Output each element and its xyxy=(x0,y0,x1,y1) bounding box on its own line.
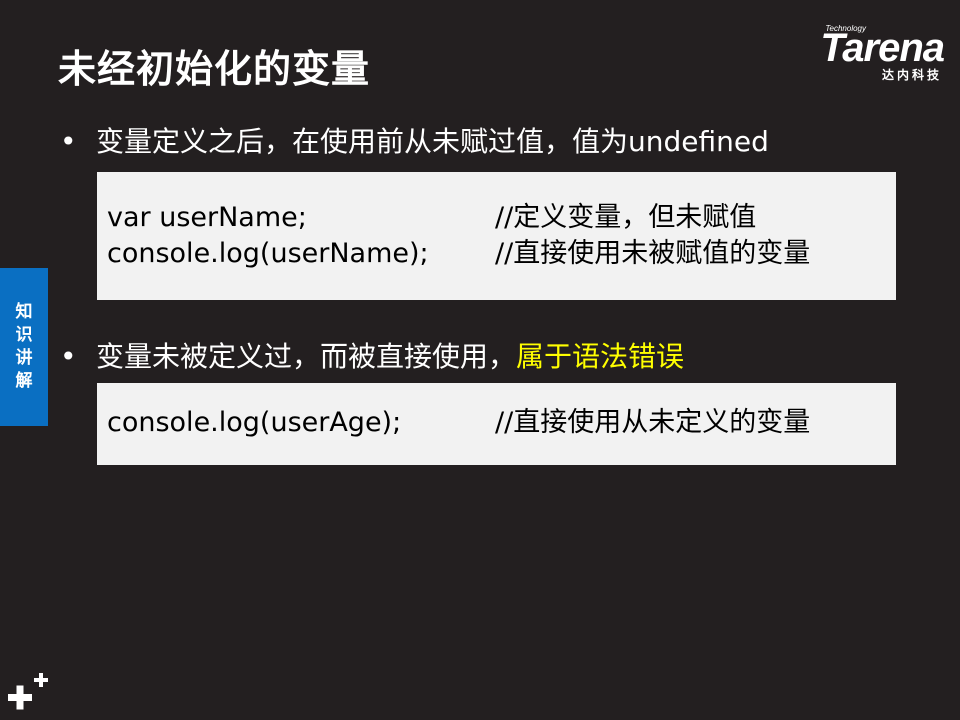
code-statement: var userName; xyxy=(107,202,307,233)
code-block-undefined: var userName; //定义变量，但未赋值 console.log(us… xyxy=(97,172,896,300)
code-comment: //定义变量，但未赋值 xyxy=(495,202,757,233)
side-tab-char: 解 xyxy=(15,371,33,391)
code-line: console.log(userName); //直接使用未被赋值的变量 xyxy=(107,236,896,272)
side-tab-knowledge: 知 识 讲 解 xyxy=(0,268,48,426)
code-line: console.log(userAge); //直接使用从未定义的变量 xyxy=(107,405,896,441)
code-line: var userName; //定义变量，但未赋值 xyxy=(107,200,896,236)
bullet-text: 变量定义之后，在使用前从未赋过值，值为undefined xyxy=(96,125,769,158)
plus-plus-icon xyxy=(8,673,48,710)
code-statement: console.log(userName); xyxy=(107,238,429,269)
code-comment: //直接使用从未定义的变量 xyxy=(495,407,811,438)
tarena-logo: Technology Tarena 达内科技 xyxy=(774,22,945,82)
logo-brand: Tarena xyxy=(820,26,945,70)
side-tab-char: 知 xyxy=(15,302,33,322)
side-tab-char: 识 xyxy=(15,325,33,345)
code-statement: console.log(userAge); xyxy=(107,407,402,438)
code-block-syntax-error: console.log(userAge); //直接使用从未定义的变量 xyxy=(97,383,896,465)
bullet-text: 变量未被定义过，而被直接使用， xyxy=(96,340,517,373)
slide-title: 未经初始化的变量 xyxy=(58,47,371,91)
bullet-undefined: • 变量定义之后，在使用前从未赋过值，值为undefined xyxy=(60,120,769,160)
bullet-highlight: 属于语法错误 xyxy=(516,340,685,373)
bullet-dot-icon: • xyxy=(60,340,77,373)
logo-brand-cn: 达内科技 xyxy=(881,68,942,82)
side-tab-char: 讲 xyxy=(15,348,33,368)
bullet-dot-icon: • xyxy=(60,125,77,158)
code-comment: //直接使用未被赋值的变量 xyxy=(495,238,811,269)
bullet-syntax-error: • 变量未被定义过，而被直接使用，属于语法错误 xyxy=(60,335,684,375)
